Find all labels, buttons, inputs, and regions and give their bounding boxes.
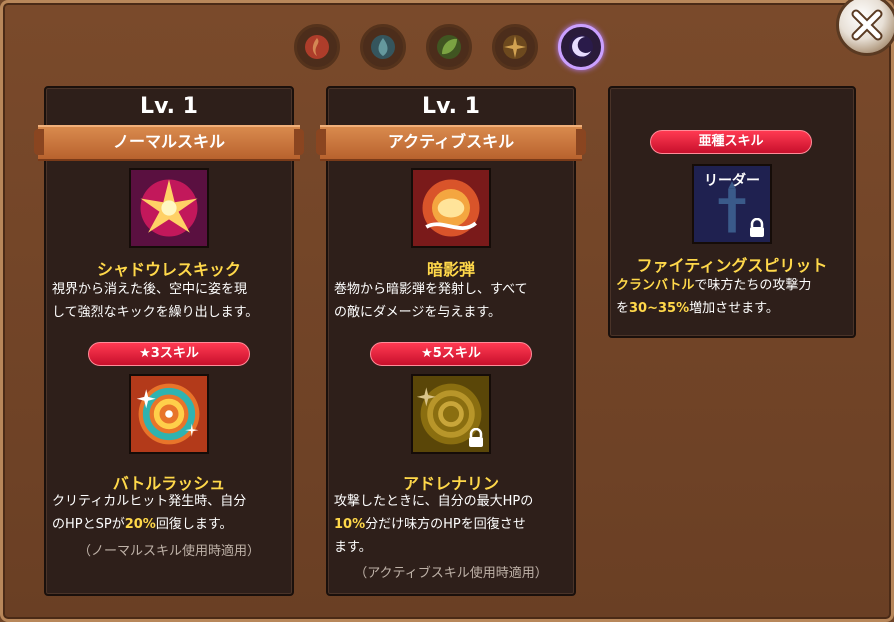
fire-element-tab[interactable] [294, 24, 340, 70]
desc-text: 分だけ味方のHPを回復させ [365, 517, 526, 532]
desc-text: で味方たちの攻撃力 [694, 278, 812, 293]
crescent-moon-icon [569, 35, 593, 59]
skill-name: ファイティングスピリット [636, 256, 828, 275]
shadow-bullet-icon[interactable] [411, 168, 491, 248]
highlight-value: 20% [124, 517, 156, 532]
lock-icon [469, 428, 483, 447]
water-element-tab[interactable] [360, 24, 406, 70]
desc-line: ます。 [334, 540, 372, 555]
subspecies-skill-panel: 亜種スキル リーダー ファイティングスピリット クランバトルで味方たちの攻撃力 … [608, 86, 856, 338]
highlight-value: クランバトル [616, 278, 695, 293]
desc-line: のHPとSPが20%回復します。 [52, 513, 286, 536]
desc-line: 攻撃したときに、自分の最大HPの [334, 494, 534, 509]
wind-element-tab[interactable] [426, 24, 472, 70]
fire-icon [305, 35, 329, 59]
skill-description: クランバトルで味方たちの攻撃力 を30~35%増加させます。 [616, 274, 848, 320]
skill-description: 視界から消えた後、空中に姿を現 して強烈なキックを繰り出します。 [52, 278, 286, 324]
desc-text: を [616, 301, 630, 316]
skill-description: 巻物から暗影弾を発射し、すべて の敵にダメージを与えます。 [334, 278, 568, 324]
highlight-value: 30~35% [629, 301, 690, 316]
highlight-value: 10% [334, 517, 366, 532]
desc-line: の敵にダメージを与えます。 [334, 305, 502, 320]
element-tabs [294, 24, 604, 70]
subspecies-skill-badge: 亜種スキル [650, 130, 812, 154]
dark-element-tab[interactable] [558, 24, 604, 70]
normal-skill-panel: Lv. 1 ノーマルスキル シャドウレスキック 視界から消えた後、空中に姿を現 … [34, 86, 304, 596]
desc-line: 巻物から暗影弾を発射し、すべて [334, 282, 528, 297]
leaf-icon [437, 35, 461, 59]
lock-icon [750, 218, 764, 237]
star-skill-badge: ★5スキル [370, 342, 532, 366]
desc-text: 回復します。 [155, 517, 233, 532]
skill-name: 暗影弾 [426, 260, 475, 279]
level-label: Lv. 1 [140, 94, 198, 119]
close-icon [851, 9, 883, 41]
desc-line: 10%分だけ味方のHPを回復させ [334, 513, 568, 536]
shadowless-kick-icon[interactable] [129, 168, 209, 248]
level-label: Lv. 1 [422, 94, 480, 119]
desc-line: を30~35%増加させます。 [616, 297, 848, 320]
sun-star-icon [503, 35, 527, 59]
condition-note: （ノーマルスキル使用時適用） [77, 544, 260, 559]
sub-skill-description: 攻撃したときに、自分の最大HPの 10%分だけ味方のHPを回復させ ます。 [334, 490, 568, 559]
desc-line: 視界から消えた後、空中に姿を現 [52, 282, 248, 297]
condition-note: （アクティブスキル使用時適用） [354, 566, 548, 581]
light-element-tab[interactable] [492, 24, 538, 70]
desc-line: クランバトルで味方たちの攻撃力 [616, 274, 848, 297]
desc-line: クリティカルヒット発生時、自分 [52, 494, 247, 509]
desc-text: のHPとSPが [52, 517, 125, 532]
fighting-spirit-icon[interactable]: リーダー [692, 164, 772, 244]
star-skill-badge: ★3スキル [88, 342, 250, 366]
leader-label: リーダー [704, 173, 760, 189]
sub-skill-description: クリティカルヒット発生時、自分 のHPとSPが20%回復します。 [52, 490, 286, 536]
desc-text: 増加させます。 [689, 301, 779, 316]
desc-line: して強烈なキックを繰り出します。 [52, 305, 259, 320]
battle-rush-icon[interactable] [129, 374, 209, 454]
water-icon [371, 35, 395, 59]
skill-name: シャドウレスキック [96, 260, 241, 279]
skill-type-ribbon: ノーマルスキル [34, 125, 304, 161]
skill-type-ribbon: アクティブスキル [316, 125, 586, 161]
active-skill-panel: Lv. 1 アクティブスキル 暗影弾 巻物から暗影弾を発射し、すべて の敵にダメ… [316, 86, 586, 596]
adrenaline-icon[interactable] [411, 374, 491, 454]
